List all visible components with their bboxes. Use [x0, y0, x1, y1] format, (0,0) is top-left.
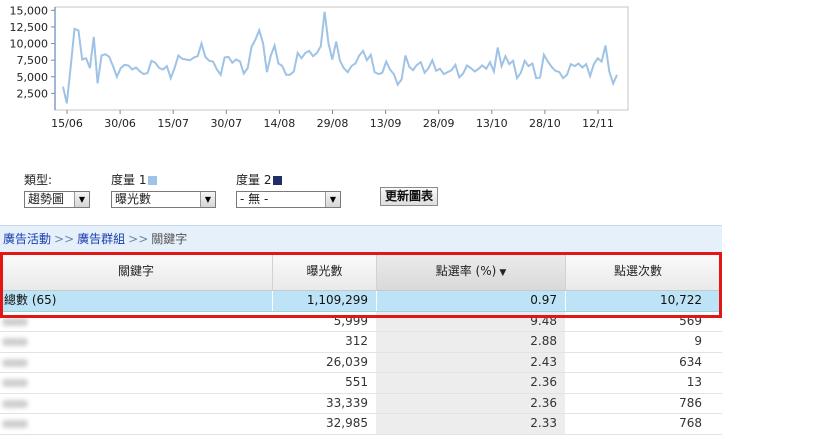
ctr-cell: 2.36	[376, 393, 565, 413]
table-row[interactable]: 5,999 9.48 569	[0, 311, 722, 332]
chevron-down-icon: ▼	[325, 192, 340, 207]
table-row[interactable]: 312 2.88 9	[0, 332, 722, 353]
metric1-color-swatch	[148, 176, 158, 185]
x-tick-label: 13/10	[476, 117, 508, 130]
table-total-row: 總數 (65) 1,109,299 0.97 10,722	[0, 291, 722, 312]
total-ctr: 0.97	[376, 291, 565, 311]
y-tick-label: 10,000	[10, 38, 49, 51]
ctr-cell: 2.43	[376, 352, 565, 372]
table-row[interactable]: 33,339 2.36 786	[0, 393, 722, 414]
chart-type-select[interactable]: 趨勢圖 ▼	[24, 191, 90, 208]
table-row[interactable]: 32,985 2.33 768	[0, 414, 722, 435]
sort-descending-icon: ▼	[499, 268, 507, 278]
clicks-cell: 569	[679, 313, 702, 328]
keyword-cell-redacted[interactable]	[0, 332, 272, 352]
metric1-select[interactable]: 曝光數 ▼	[111, 191, 216, 208]
table-row[interactable]: 551 2.36 13	[0, 373, 722, 394]
column-header-clicks[interactable]: 點選次數	[565, 253, 710, 290]
y-tick-label: 5,000	[17, 71, 49, 84]
metric2-value: - 無 -	[240, 192, 269, 206]
x-tick-label: 14/08	[264, 117, 296, 130]
blurred-keyword	[2, 399, 28, 408]
y-tick-label: 15,000	[10, 4, 49, 17]
table-row[interactable]: 26,039 2.43 634	[0, 352, 722, 373]
table-body: 5,999 9.48 569 312 2.88 9 26,039 2.43 634 551 2.36…	[0, 311, 722, 435]
impressions-trend-chart: 2,500 5,000 7,500 10,000 12,500 15,000 15/06 3…	[10, 4, 629, 130]
column-header-ctr-label: 點選率 (%)	[435, 264, 497, 278]
impressions-cell: 33,339	[326, 395, 368, 410]
column-header-impressions[interactable]: 曝光數	[272, 253, 376, 290]
metric2-color-swatch	[273, 176, 283, 185]
metric1-label: 度量 1	[111, 171, 158, 188]
metric1-label-text: 度量 1	[111, 173, 147, 187]
keyword-cell-redacted[interactable]	[0, 394, 272, 414]
keyword-cell-redacted[interactable]	[0, 312, 272, 332]
metric2-label-text: 度量 2	[236, 173, 272, 187]
ctr-cell: 9.48	[376, 311, 565, 331]
y-tick-label: 2,500	[17, 87, 49, 100]
x-tick-label: 30/07	[210, 117, 242, 130]
impressions-cell: 551	[345, 375, 368, 389]
x-tick-label: 15/06	[51, 117, 83, 130]
metric2-label: 度量 2	[236, 171, 283, 188]
type-label: 類型:	[24, 173, 53, 187]
clicks-cell: 634	[679, 354, 702, 369]
chart-type-value: 趨勢圖	[28, 192, 65, 206]
blurred-keyword	[2, 379, 28, 387]
blurred-keyword	[2, 420, 28, 428]
blurred-keyword	[2, 358, 28, 367]
x-tick-label: 28/09	[423, 117, 455, 130]
breadcrumb: 廣告活動 >> 廣告群組 >> 關鍵字	[0, 225, 722, 253]
impressions-cell: 312	[345, 334, 368, 348]
breadcrumb-ad-group-link[interactable]: 廣告群組	[77, 232, 125, 246]
x-tick-label: 28/10	[529, 117, 561, 130]
ctr-cell: 2.88	[376, 332, 565, 352]
impressions-cell: 5,999	[333, 313, 368, 328]
blurred-keyword	[2, 338, 28, 346]
plot-area	[54, 6, 629, 111]
table-header-row: 關鍵字 曝光數 點選率 (%) ▼ 點選次數	[0, 253, 722, 291]
clicks-cell: 786	[679, 395, 702, 410]
blurred-keyword	[2, 317, 28, 326]
total-keyword: 總數 (65)	[4, 293, 57, 307]
impressions-cell: 26,039	[326, 354, 368, 369]
x-tick-label: 29/08	[317, 117, 349, 130]
breadcrumb-separator: >>	[54, 232, 75, 246]
x-tick-label: 13/09	[370, 117, 402, 130]
total-clicks: 10,722	[565, 291, 710, 311]
y-tick-label: 12,500	[10, 21, 49, 34]
chevron-down-icon: ▼	[200, 192, 215, 207]
update-chart-button[interactable]: 更新圖表	[380, 187, 439, 206]
x-tick-label: 12/11	[582, 117, 614, 130]
breadcrumb-campaign-link[interactable]: 廣告活動	[3, 232, 51, 246]
x-tick-label: 30/06	[104, 117, 136, 130]
clicks-cell: 9	[694, 334, 702, 348]
breadcrumb-current: 關鍵字	[151, 232, 188, 246]
clicks-cell: 13	[686, 375, 702, 389]
keyword-cell-redacted[interactable]	[0, 353, 272, 373]
keyword-cell-redacted[interactable]	[0, 373, 272, 393]
metric1-value: 曝光數	[115, 192, 152, 206]
ctr-cell: 2.36	[376, 373, 565, 393]
keyword-table: 關鍵字 曝光數 點選率 (%) ▼ 點選次數 總數 (65) 1,109,299 …	[0, 253, 722, 435]
chevron-down-icon: ▼	[74, 192, 89, 207]
column-header-keyword[interactable]: 關鍵字	[0, 253, 272, 290]
x-tick-label: 15/07	[157, 117, 189, 130]
column-header-ctr[interactable]: 點選率 (%) ▼	[376, 253, 565, 290]
total-impressions: 1,109,299	[272, 291, 376, 311]
y-tick-label: 7,500	[17, 54, 49, 67]
metric2-select[interactable]: - 無 - ▼	[236, 191, 341, 208]
breadcrumb-separator: >>	[128, 232, 149, 246]
